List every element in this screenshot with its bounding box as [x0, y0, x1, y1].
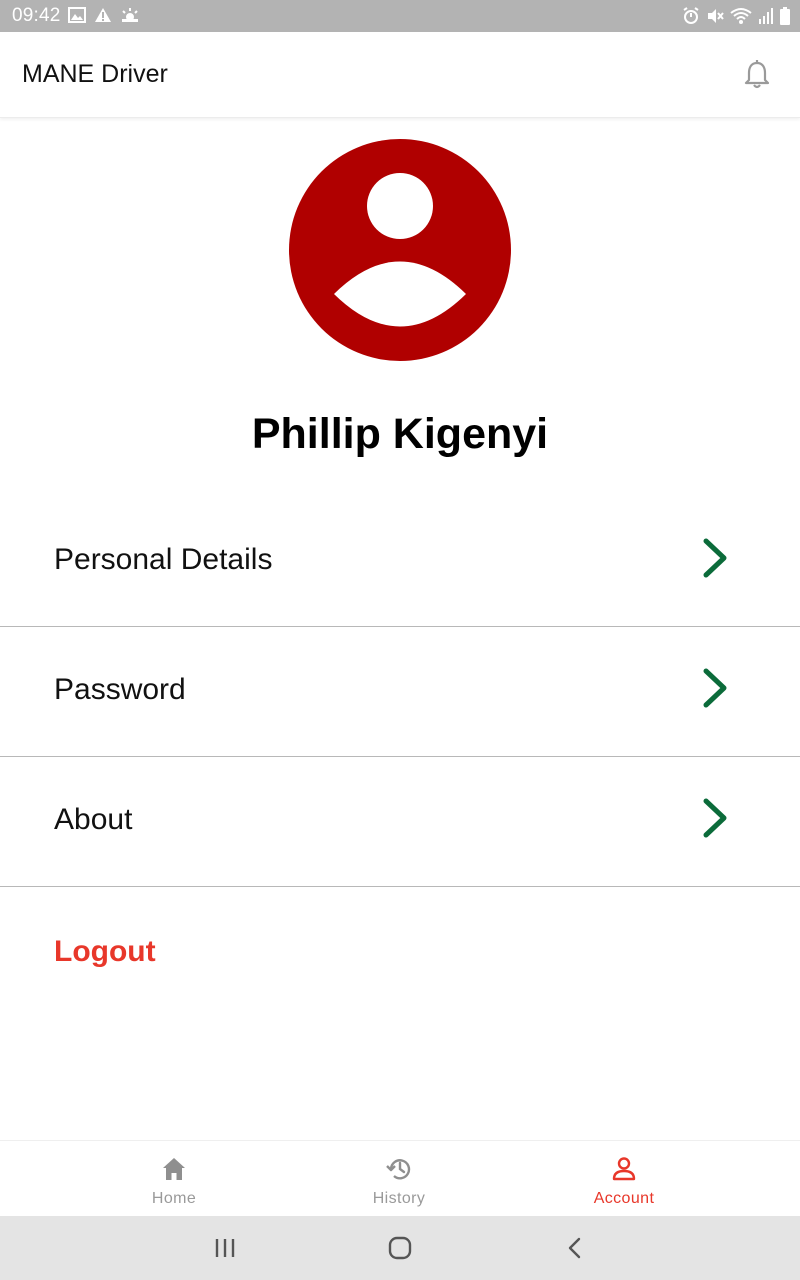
mute-icon: [708, 9, 724, 23]
tab-history-label: History: [372, 1190, 426, 1207]
menu-item-label: Personal Details: [54, 543, 273, 576]
image-icon: [68, 7, 86, 23]
signal-icon: [759, 8, 773, 24]
menu-item-password[interactable]: Password: [0, 627, 800, 757]
home-icon: [163, 1158, 185, 1180]
recents-icon[interactable]: [210, 1234, 240, 1262]
app-title: MANE Driver: [22, 60, 168, 88]
warning-icon: [95, 8, 111, 22]
menu-item-personal-details[interactable]: Personal Details: [0, 497, 800, 627]
app-bar: MANE Driver: [0, 32, 800, 118]
home-circle-icon[interactable]: [385, 1234, 415, 1262]
menu-item-label: About: [54, 803, 133, 836]
person-icon: [612, 1157, 636, 1181]
system-nav-bar: [0, 1216, 800, 1280]
history-icon: [386, 1159, 411, 1180]
wifi-icon: [730, 8, 752, 24]
bell-icon[interactable]: [742, 59, 772, 91]
back-icon[interactable]: [560, 1234, 590, 1262]
tab-home[interactable]: Home: [94, 1141, 254, 1217]
menu-item-about[interactable]: About: [0, 757, 800, 887]
status-bar: 09:42: [0, 0, 800, 32]
tab-home-label: Home: [151, 1190, 197, 1207]
user-name: Phillip Kigenyi: [251, 410, 549, 458]
status-right-icons: [682, 7, 790, 25]
weather-icon: [122, 8, 138, 22]
chevron-right-icon: [703, 798, 727, 838]
tab-account[interactable]: Account: [544, 1141, 704, 1217]
tab-history[interactable]: History: [319, 1141, 479, 1217]
logout-button[interactable]: Logout: [54, 935, 156, 969]
bottom-nav: Home History Account: [0, 1140, 800, 1216]
tab-account-label: Account: [593, 1190, 655, 1207]
status-left-icons: [68, 7, 140, 23]
alarm-icon: [683, 7, 699, 24]
status-time: 09:42: [12, 5, 61, 26]
account-circle-icon: [289, 139, 511, 361]
chevron-right-icon: [703, 668, 727, 708]
chevron-right-icon: [703, 538, 727, 578]
menu-item-label: Password: [54, 673, 186, 706]
battery-icon: [780, 7, 790, 25]
